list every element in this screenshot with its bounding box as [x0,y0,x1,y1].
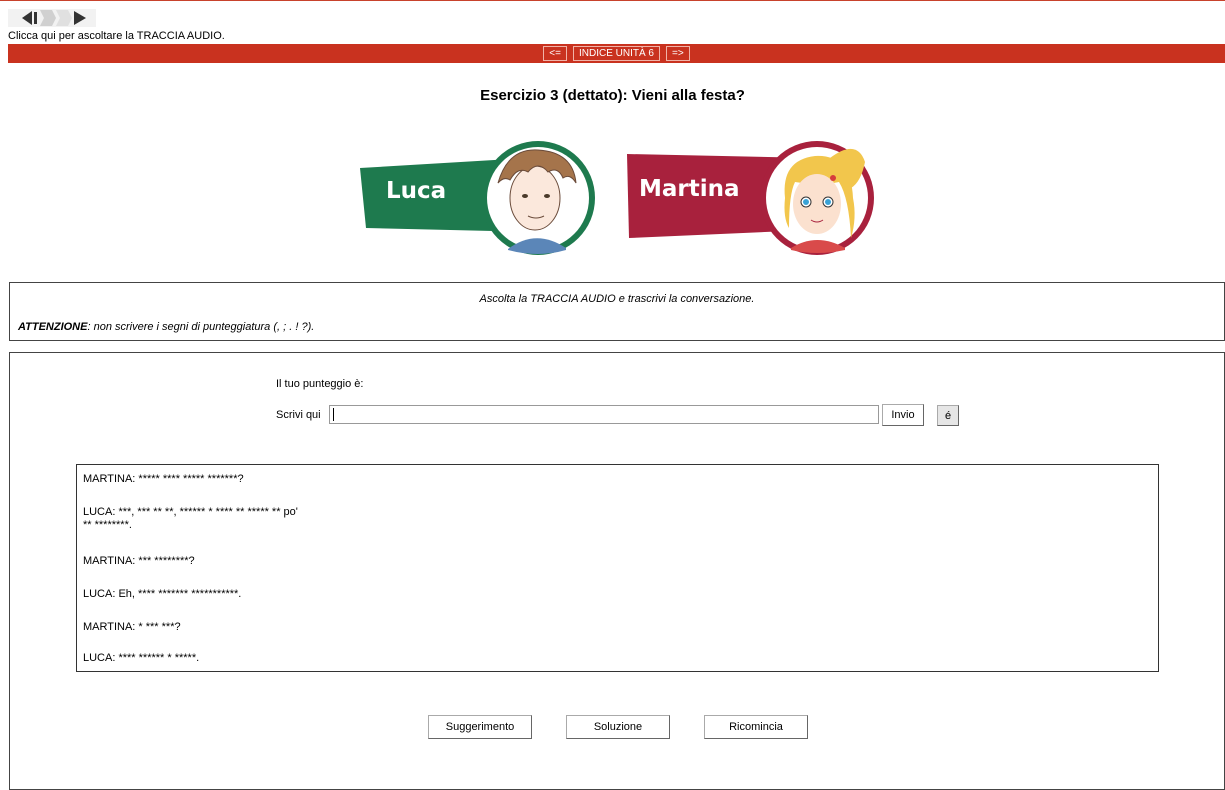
instructions-text: Ascolta la TRACCIA AUDIO e trascrivi la … [479,293,755,305]
attention-note: ATTENZIONE: non scrivere i segni di punt… [18,321,314,333]
luca-banner: Luca [358,138,598,260]
answer-input[interactable] [329,405,879,424]
audio-player[interactable] [8,9,96,27]
dialogue-line: LUCA: **** ****** * *****. [83,652,200,664]
text-caret [333,408,334,421]
luca-name: Luca [386,178,447,204]
unit-nav-bar: <= INDICE UNITÀ 6 => [8,44,1225,63]
exercise-title: Esercizio 3 (dettato): Vieni alla festa? [480,87,745,104]
dialogue-line: LUCA: Eh, **** ******* ***********. [83,588,242,600]
write-label: Scrivi qui [276,409,321,421]
unit-index-button[interactable]: INDICE UNITÀ 6 [572,46,660,61]
accent-e-button[interactable]: é [937,405,959,426]
attention-text: : non scrivere i segni di punteggiatura … [87,321,315,333]
dialogue-line: MARTINA: *** ********? [83,555,195,567]
restart-button[interactable]: Ricomincia [704,715,808,739]
prev-button[interactable]: <= [543,46,567,61]
dialogue-line: MARTINA: * *** ***? [83,621,181,633]
martina-name: Martina [639,176,740,202]
hint-button[interactable]: Suggerimento [428,715,532,739]
dialogue-box [76,464,1159,672]
send-button[interactable]: Invio [882,404,924,426]
score-label: Il tuo punteggio è: [276,378,364,390]
dialogue-line: LUCA: ***, *** ** **, ****** * **** ** *… [83,506,298,518]
dialogue-line: ** ********. [83,519,132,531]
next-button[interactable]: => [666,46,690,61]
attention-label: ATTENZIONE [18,321,88,333]
solution-button[interactable]: Soluzione [566,715,670,739]
instructions-box: Ascolta la TRACCIA AUDIO e trascrivi la … [9,282,1225,341]
audio-caption[interactable]: Clicca qui per ascoltare la TRACCIA AUDI… [8,30,225,42]
top-divider [0,0,1225,1]
martina-banner: Martina [625,138,877,260]
dialogue-line: MARTINA: ***** **** ***** *******? [83,473,244,485]
